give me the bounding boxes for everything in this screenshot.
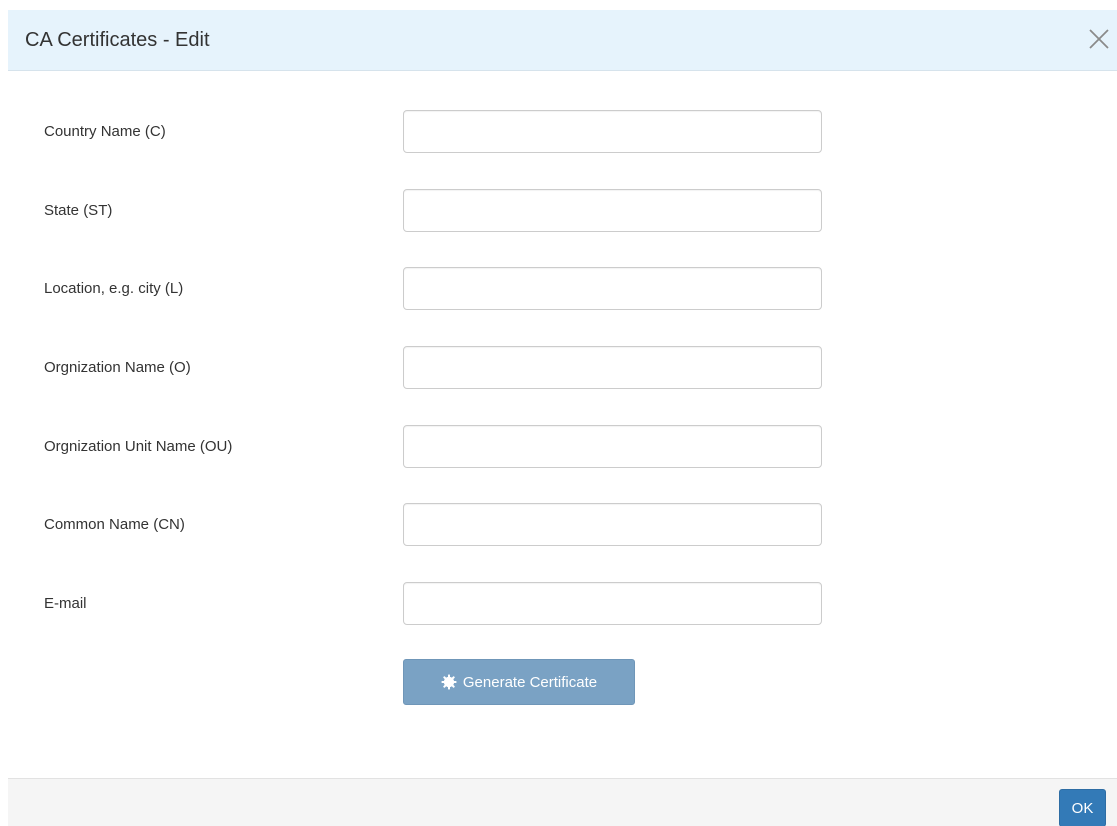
form-row-location: Location, e.g. city (L) [44,267,824,311]
location-label: Location, e.g. city (L) [44,280,184,297]
organization-unit-label: Orgnization Unit Name (OU) [44,438,233,455]
close-button[interactable] [1085,25,1113,53]
gear-icon [441,674,457,690]
country-name-input[interactable] [403,110,822,153]
dialog-footer: OK [8,778,1117,826]
dialog-header: CA Certificates - Edit [8,10,1117,71]
generate-certificate-label: Generate Certificate [462,673,598,691]
organization-name-input[interactable] [403,346,822,389]
dialog-title: CA Certificates - Edit [25,29,210,51]
form-row-state: State (ST) [44,189,824,233]
common-name-input[interactable] [403,503,822,546]
organization-name-label: Orgnization Name (O) [44,359,191,376]
form-row-organization: Orgnization Name (O) [44,346,824,390]
ok-button[interactable]: OK [1059,789,1106,826]
form-row-organization-unit: Orgnization Unit Name (OU) [44,425,824,469]
email-label: E-mail [44,595,87,612]
country-name-label: Country Name (C) [44,123,166,140]
state-input[interactable] [403,189,822,232]
organization-unit-input[interactable] [403,425,822,468]
form-row-common-name: Common Name (CN) [44,503,824,547]
state-label: State (ST) [44,202,113,219]
email-input[interactable] [403,582,822,625]
close-icon [1089,29,1109,49]
location-input[interactable] [403,267,822,310]
form-row-country: Country Name (C) [44,110,824,154]
ca-certificates-edit-dialog: CA Certificates - Edit Country Name (C) … [0,0,1117,826]
form-row-email: E-mail [44,582,824,626]
common-name-label: Common Name (CN) [44,516,185,533]
generate-certificate-button[interactable]: Generate Certificate [403,659,635,705]
